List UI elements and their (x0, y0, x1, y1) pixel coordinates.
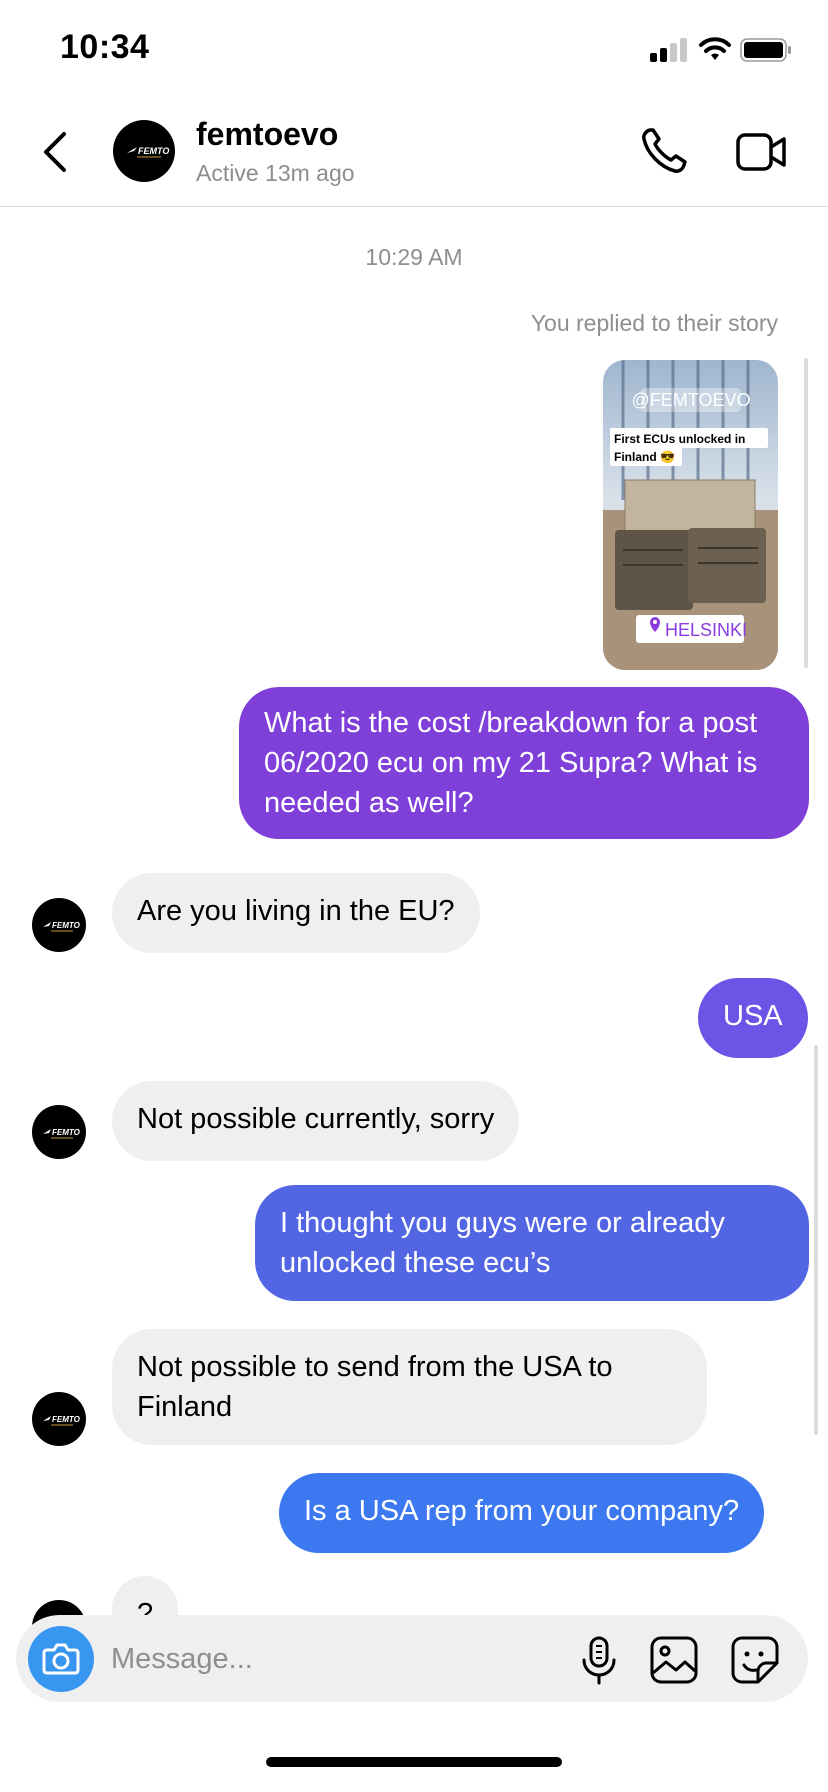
incoming-message[interactable]: Are you living in the EU? (112, 873, 480, 953)
status-bar: 10:34 (0, 0, 828, 100)
contact-avatar-small[interactable]: FEMTO (32, 898, 86, 952)
femto-logo-icon: FEMTO (43, 1128, 81, 1139)
message-text: Not possible currently, sorry (137, 1103, 495, 1135)
outgoing-message[interactable]: What is the cost /breakdown for a post 0… (239, 687, 809, 839)
video-call-icon[interactable] (735, 130, 787, 174)
story-thumbnail[interactable]: @FEMTOEVO First ECUs unlocked in Finland… (603, 360, 778, 670)
message-composer (16, 1615, 808, 1702)
contact-avatar[interactable]: FEMTO (113, 120, 175, 182)
svg-text:FEMTO: FEMTO (52, 921, 81, 930)
wifi-icon (699, 37, 731, 60)
story-scrollbar (804, 358, 808, 668)
story-image: @FEMTOEVO First ECUs unlocked in Finland… (603, 360, 778, 670)
contact-name[interactable]: femtoevo (196, 116, 338, 153)
contact-avatar-small[interactable]: FEMTO (32, 1392, 86, 1446)
battery-icon (740, 38, 791, 62)
message-text: I thought you guys were or already unloc… (280, 1207, 725, 1279)
femto-logo-icon: FEMTO (127, 146, 169, 158)
incoming-message[interactable]: Not possible to send from the USA to Fin… (112, 1329, 707, 1445)
femto-logo-icon: FEMTO (43, 921, 81, 932)
contact-avatar-small[interactable]: FEMTO (32, 1105, 86, 1159)
message-input[interactable] (111, 1637, 491, 1681)
message-text: USA (723, 1000, 783, 1032)
gallery-icon[interactable] (649, 1635, 699, 1685)
svg-text:FEMTO: FEMTO (52, 1128, 81, 1137)
message-text: What is the cost /breakdown for a post 0… (264, 707, 758, 819)
phone-call-icon[interactable] (640, 126, 688, 176)
cellular-signal-icon (650, 38, 690, 62)
sticker-icon[interactable] (730, 1635, 780, 1685)
femto-logo-icon: FEMTO (43, 1415, 81, 1426)
camera-icon (42, 1643, 80, 1675)
status-time: 10:34 (60, 28, 150, 66)
home-indicator[interactable] (266, 1757, 562, 1767)
message-text: Are you living in the EU? (137, 895, 455, 927)
incoming-message[interactable]: Not possible currently, sorry (112, 1081, 520, 1161)
story-reply-note: You replied to their story (530, 310, 778, 336)
outgoing-message[interactable]: Is a USA rep from your company? (279, 1473, 765, 1553)
story-handle: @FEMTOEVO (632, 390, 751, 410)
chat-scrollbar[interactable] (814, 1045, 818, 1435)
contact-active-status: Active 13m ago (196, 160, 355, 186)
message-text: Not possible to send from the USA to Fin… (137, 1351, 613, 1423)
outgoing-message[interactable]: USA (698, 978, 808, 1058)
chat-header: FEMTO femtoevo Active 13m ago (0, 100, 828, 207)
story-location: HELSINKI (665, 620, 747, 640)
chat-timestamp: 10:29 AM (365, 244, 463, 270)
microphone-icon[interactable] (581, 1635, 617, 1685)
story-caption-line2: Finland 😎 (614, 450, 675, 464)
story-caption-line1: First ECUs unlocked in (614, 432, 745, 446)
back-icon[interactable] (36, 126, 76, 178)
logo-text: FEMTO (138, 146, 169, 156)
outgoing-message[interactable]: I thought you guys were or already unloc… (255, 1185, 809, 1301)
camera-button[interactable] (28, 1626, 94, 1692)
message-text: Is a USA rep from your company? (304, 1495, 740, 1527)
svg-text:FEMTO: FEMTO (52, 1415, 81, 1424)
